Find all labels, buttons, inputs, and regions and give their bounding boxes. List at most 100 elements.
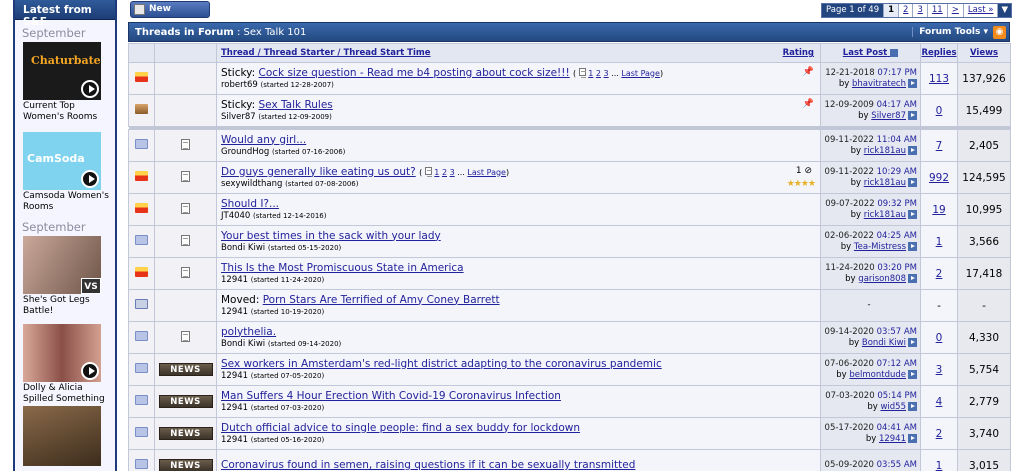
sidebar-caption[interactable]: She's Got Legs Battle!	[15, 294, 115, 324]
thread-page-link[interactable]: 3	[450, 168, 455, 177]
thread-status-icon-cell	[128, 321, 155, 354]
sidebar-thumb-camsoda[interactable]: CamSoda	[23, 132, 101, 190]
thread-starter: 12941 (started 05-16-2020)	[221, 434, 325, 445]
thread-status-icon-cell	[128, 449, 155, 471]
sidebar-date: September 16th	[22, 220, 86, 248]
sort-starter[interactable]: Thread Starter	[264, 48, 335, 58]
thread-last-page-link[interactable]: Last Page	[621, 69, 660, 78]
thread-title-link[interactable]: Sex workers in Amsterdam's red-light dis…	[221, 358, 662, 370]
thread-title-link[interactable]: This Is the Most Promiscuous State in Am…	[221, 262, 464, 274]
replies-cell: 0	[920, 321, 958, 354]
thread-title-link[interactable]: polythelia.	[221, 326, 276, 338]
thread-title-link[interactable]: Do guys generally like eating us out?	[221, 166, 416, 178]
go-last-post-icon[interactable]	[908, 177, 917, 187]
pager-dropdown-icon[interactable]: ▼	[998, 4, 1011, 17]
page-next[interactable]: >	[948, 4, 964, 17]
new-thread-button[interactable]: New Thread	[130, 1, 210, 29]
thread-page-link[interactable]: 2	[596, 69, 601, 78]
replies-link[interactable]: 2	[936, 428, 943, 440]
forum-tools-menu[interactable]: Forum Tools ▾	[912, 27, 988, 37]
thread-status-icon	[135, 72, 148, 82]
last-poster-link[interactable]: Silver87	[871, 111, 906, 121]
thread-starter: 12941 (started 10-19-2020)	[221, 306, 325, 317]
last-poster-link[interactable]: Bondi Kiwi	[862, 338, 906, 348]
thread-page-link[interactable]: 2	[442, 168, 447, 177]
sort-start-time[interactable]: Thread Start Time	[343, 48, 430, 58]
replies-link[interactable]: 7	[936, 140, 943, 152]
sort-last-post[interactable]: Last Post	[820, 43, 921, 63]
thread-page-link[interactable]: 1	[434, 168, 439, 177]
page-link-2[interactable]: 2	[899, 4, 914, 17]
go-last-post-icon[interactable]	[908, 78, 917, 88]
thread-title-link[interactable]: Man Suffers 4 Hour Erection With Covid-1…	[221, 390, 561, 402]
last-poster-link[interactable]: rick181au	[864, 210, 906, 220]
go-last-post-icon[interactable]	[908, 433, 917, 443]
sidebar-caption[interactable]: Current Top Women's Rooms	[15, 100, 115, 130]
thread-page-link[interactable]: 3	[604, 69, 609, 78]
replies-link[interactable]: 992	[929, 172, 949, 184]
thread-status-icon-cell	[128, 161, 155, 194]
go-last-post-icon[interactable]	[908, 273, 917, 283]
thread-title-link[interactable]: Sex Talk Rules	[259, 99, 333, 111]
last-poster-link[interactable]: bhavitratech	[852, 79, 906, 89]
news-badge: NEWS	[158, 395, 213, 408]
replies-link[interactable]: 113	[929, 73, 949, 85]
replies-link[interactable]: 0	[936, 105, 943, 117]
thread-title-cell: Coronavirus found in semen, raising ques…	[216, 449, 821, 471]
thread-title-link[interactable]: Coronavirus found in semen, raising ques…	[221, 459, 635, 471]
go-last-post-icon[interactable]	[908, 110, 917, 120]
replies-link[interactable]: 1	[936, 236, 943, 248]
page-link-3[interactable]: 3	[913, 4, 928, 17]
last-poster-link[interactable]: belmontdude	[849, 370, 906, 380]
thread-title-link[interactable]: Cock size question - Read me b4 posting …	[259, 67, 570, 79]
thread-status-icon	[135, 203, 148, 213]
sidebar-caption[interactable]: Camsoda Women's Rooms	[15, 190, 115, 214]
page-link-11[interactable]: 11	[928, 4, 948, 17]
page-last[interactable]: Last »	[964, 4, 999, 17]
sidebar-caption[interactable]: Dolly & Alicia Spilled Something	[15, 382, 115, 406]
replies-link[interactable]: 4	[936, 396, 943, 408]
replies-link[interactable]: 2	[936, 268, 943, 280]
go-last-post-icon[interactable]	[908, 401, 917, 411]
thread-title-link[interactable]: Dutch official advice to single people: …	[221, 422, 580, 434]
last-post-cell: 12-09-2009 04:17 AM by Silver87	[820, 94, 921, 127]
last-poster-link[interactable]: Tea-Mistress	[854, 242, 906, 252]
rss-icon[interactable]: ◉	[993, 26, 1006, 39]
sidebar-thumb-chaturbate[interactable]: Chaturbate	[23, 42, 101, 100]
sidebar-thumb-dolly[interactable]	[23, 324, 101, 382]
go-last-post-icon[interactable]	[908, 209, 917, 219]
thread-status-icon	[135, 171, 148, 181]
go-last-post-icon[interactable]	[908, 337, 917, 347]
thread-badge-cell	[154, 289, 217, 322]
sort-views[interactable]: Views	[957, 43, 1011, 63]
replies-link[interactable]: 0	[936, 332, 943, 344]
replies-cell: 4	[920, 385, 958, 418]
replies-link[interactable]: 3	[936, 364, 943, 376]
last-poster-link[interactable]: rick181au	[864, 146, 906, 156]
views-cell: 137,926	[957, 62, 1011, 95]
last-poster-link[interactable]: rick181au	[864, 178, 906, 188]
go-last-post-icon[interactable]	[908, 369, 917, 379]
thread-status-icon	[135, 104, 148, 114]
thread-title-link[interactable]: Would any girl...	[221, 134, 306, 146]
go-last-post-icon[interactable]	[908, 145, 917, 155]
sidebar-thumb[interactable]	[23, 406, 101, 466]
thread-status-icon	[135, 427, 148, 437]
last-poster-link[interactable]: 12941	[879, 434, 906, 444]
sidebar-thumb-legs[interactable]: VS	[23, 236, 101, 294]
thread-last-page-link[interactable]: Last Page	[467, 168, 506, 177]
last-post-cell: 09-07-2022 09:32 PM by rick181au	[820, 193, 921, 226]
thread-doc-icon	[181, 170, 190, 182]
last-poster-link[interactable]: wid55	[880, 402, 906, 412]
thread-title-link[interactable]: Should I?...	[221, 198, 279, 210]
replies-link[interactable]: 19	[932, 204, 945, 216]
sort-replies[interactable]: Replies	[920, 43, 958, 63]
thread-title-link[interactable]: Porn Stars Are Terrified of Amy Coney Ba…	[263, 294, 500, 306]
replies-link[interactable]: 1	[936, 460, 943, 471]
thread-page-link[interactable]: 1	[588, 69, 593, 78]
sort-thread[interactable]: Thread	[221, 48, 255, 58]
last-poster-link[interactable]: garison808	[858, 274, 906, 284]
go-last-post-icon[interactable]	[908, 241, 917, 251]
sort-rating[interactable]: Rating	[783, 48, 814, 58]
thread-title-link[interactable]: Your best times in the sack with your la…	[221, 230, 441, 242]
